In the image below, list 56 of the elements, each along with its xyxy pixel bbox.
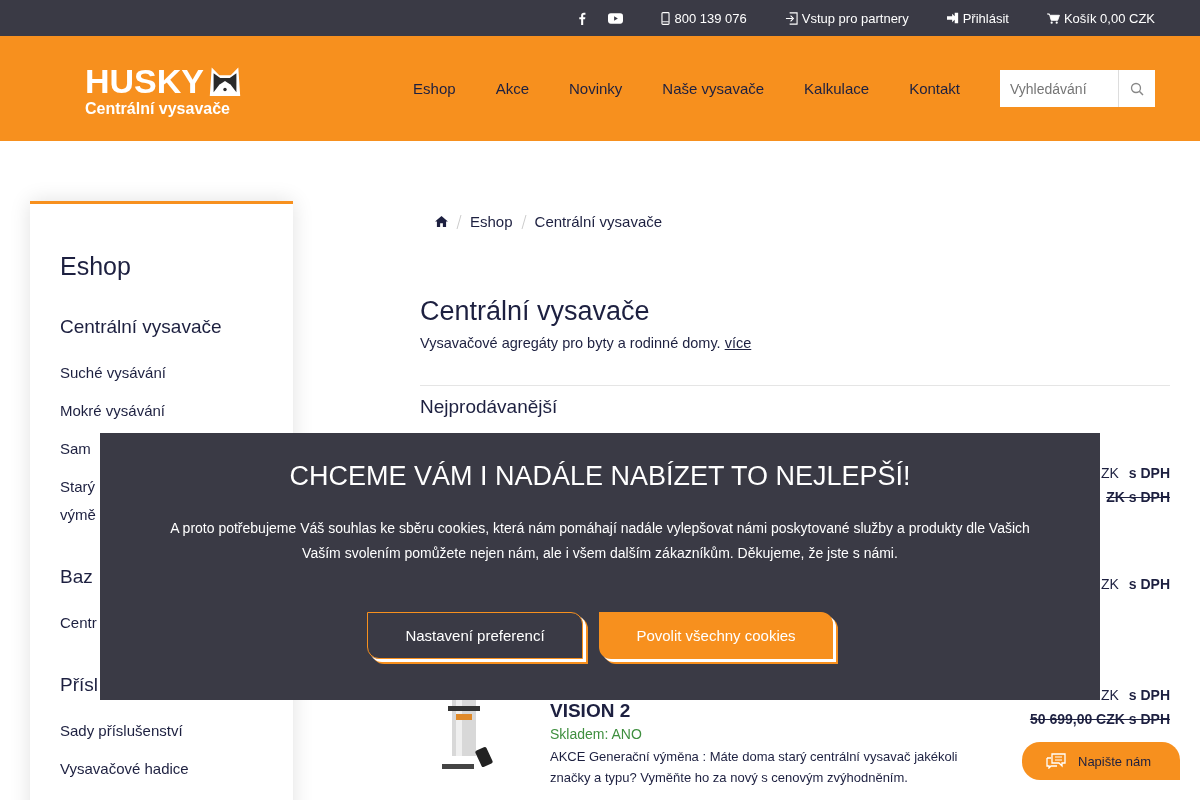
tax-note: s DPH <box>1128 465 1170 481</box>
tax-note: s DPH <box>1128 687 1170 703</box>
login-link[interactable]: Přihlásit <box>962 10 1009 26</box>
dialog-text: Vaším svolením pomůžete nejen nám, ale i všem dalším zákazníkům. Děkujeme, že jste s námi. <box>302 544 898 563</box>
old-price: ZK s DPH <box>1105 489 1170 505</box>
chat-icon <box>1046 753 1066 769</box>
cart-icon <box>1046 12 1060 24</box>
sidebar-item[interactable]: Centr <box>60 604 97 642</box>
search-icon <box>1130 81 1144 96</box>
sidebar-heading[interactable]: Centrální vysavače <box>60 315 222 339</box>
sidebar-heading[interactable]: Přísl <box>60 673 98 697</box>
sidebar-item[interactable]: Suché vysávání <box>60 354 166 392</box>
nav-link[interactable]: Kontakt <box>909 80 960 97</box>
page-title: Centrální vysavače <box>420 296 651 327</box>
youtube-icon[interactable] <box>608 12 624 24</box>
search-button[interactable] <box>1118 70 1155 107</box>
chat-button[interactable]: Napište nám <box>1022 742 1180 780</box>
sidebar-title: Eshop <box>60 251 131 281</box>
product-name[interactable]: VISION 2 <box>550 700 980 722</box>
logo-subtitle: Centrální vysavače <box>85 99 231 118</box>
price: ZK <box>1100 465 1119 481</box>
sidebar-item[interactable]: Vysavačové hadice <box>60 750 189 788</box>
cart-link[interactable]: Košík 0,00 CZK <box>1063 10 1155 26</box>
nav-link[interactable]: Akce <box>495 80 529 97</box>
search-field[interactable]: Vyhledávání <box>1000 70 1118 107</box>
nav-link[interactable]: Kalkulace <box>804 80 870 97</box>
home-icon[interactable] <box>435 216 448 227</box>
sidebar-item[interactable]: Sam <box>60 430 91 468</box>
partners-link[interactable]: Vstup pro partnery <box>801 10 909 26</box>
sign-in-icon <box>946 12 959 24</box>
sidebar-item[interactable]: Sady příslušenství <box>60 712 183 750</box>
breadcrumb-separator <box>456 214 462 229</box>
sidebar-heading[interactable]: Baz <box>60 565 93 589</box>
dialog-title: CHCEME VÁM I NADÁLE NABÍZET TO NEJLEPŠÍ! <box>289 461 911 492</box>
stock-status: Skladem: ANO <box>550 726 643 742</box>
sidebar-item[interactable]: Starý výmě <box>60 468 96 534</box>
product-description: AKCE Generační výměna : Máte doma starý centrální vysavač jakékoli značky a typu? Vyměňte ho za nový s cenovým zvýhodněním. <box>550 748 959 787</box>
price: ZK <box>1100 687 1119 703</box>
section-heading: Nejprodávanější <box>420 396 559 418</box>
phone-icon <box>661 11 671 25</box>
sidebar-item[interactable]: Mokré vysávání <box>60 392 166 430</box>
nav-link[interactable]: Eshop <box>413 80 456 97</box>
breadcrumb-link[interactable]: Centrální vysavače <box>534 213 663 230</box>
more-link[interactable]: více <box>724 335 752 351</box>
phone-number[interactable]: 800 139 076 <box>674 10 747 26</box>
category-description: Vysavačové agregáty pro byty a rodinné domy. <box>420 335 721 351</box>
breadcrumb-link[interactable]: Eshop <box>470 213 513 230</box>
tax-note: s DPH <box>1128 576 1170 592</box>
nav-link[interactable]: Naše vysavače <box>662 80 765 97</box>
facebook-icon[interactable] <box>578 11 587 25</box>
nav-link[interactable]: Novinky <box>569 80 623 97</box>
price: ZK <box>1100 576 1119 592</box>
breadcrumb-separator <box>520 214 527 229</box>
dialog-text: A proto potřebujeme Váš souhlas ke sběru cookies, která nám pomáhají nadále vylepšovat námi poskytované služby a produkty dle Vašich <box>170 519 1030 538</box>
old-price: 50 699,00 CZK s DPH <box>1029 711 1170 727</box>
sign-in-icon <box>784 11 798 25</box>
